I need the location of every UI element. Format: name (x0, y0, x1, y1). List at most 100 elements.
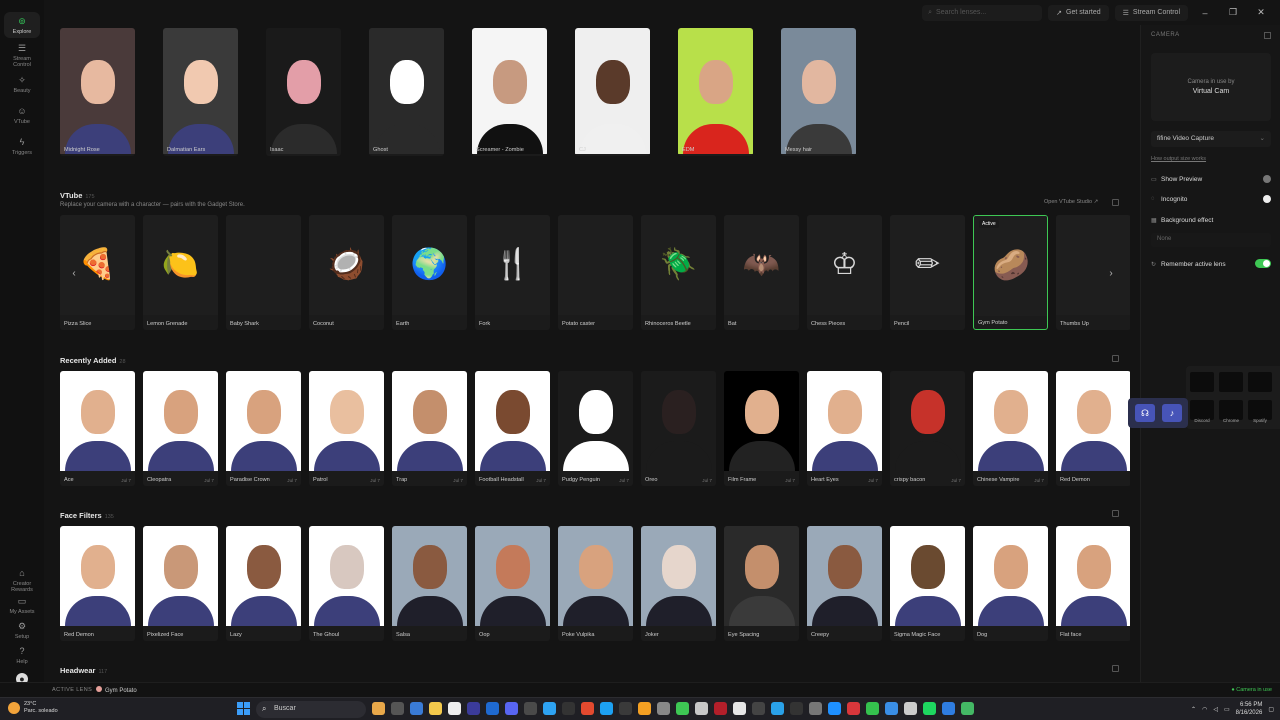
headphones-icon[interactable]: ☊ (1135, 404, 1155, 422)
taskbar-app-icon[interactable] (961, 702, 974, 715)
lens-card[interactable]: Red Demon (1056, 371, 1130, 486)
show-preview-toggle[interactable] (1263, 175, 1271, 183)
lens-card[interactable]: Dalmatian Ears (163, 28, 238, 156)
sidebar-item-my-assets[interactable]: ▭ My Assets (4, 595, 40, 615)
taskbar-app-icon[interactable] (866, 702, 879, 715)
minimize-button[interactable]: – (1194, 8, 1216, 18)
lens-card[interactable]: Oop (475, 526, 550, 641)
lens-card[interactable]: Poke Vulpika (558, 526, 633, 641)
scroll-right-button[interactable]: › (1104, 267, 1118, 281)
lens-card[interactable]: Trap Jul 7 (392, 371, 467, 486)
shortcut-button[interactable] (1219, 372, 1243, 392)
lens-card[interactable]: Eye Spacing (724, 526, 799, 641)
lens-card[interactable]: 🍴 Fork (475, 215, 550, 330)
lens-card[interactable]: Creepy (807, 526, 882, 641)
lens-card[interactable]: Patrol Jul 7 (309, 371, 384, 486)
volume-icon[interactable]: ◁ (1213, 706, 1218, 713)
lens-card[interactable]: Cleopatra Jul 7 (143, 371, 218, 486)
taskbar-app-icon[interactable] (505, 702, 518, 715)
collapse-panel-icon[interactable] (1264, 32, 1271, 39)
background-effect-select[interactable]: None (1151, 233, 1271, 247)
sidebar-item-beauty[interactable]: ✧ Beauty (4, 74, 40, 94)
taskbar-app-icon[interactable] (581, 702, 594, 715)
chevron-up-icon[interactable]: ⌃ (1191, 706, 1196, 713)
taskbar-app-icon[interactable] (695, 702, 708, 715)
lens-search-input[interactable]: ⌕ Search lenses... (922, 4, 1043, 21)
taskbar-app-icon[interactable] (752, 702, 765, 715)
lens-card[interactable]: Ghost (369, 28, 444, 156)
shortcut-button[interactable] (1190, 372, 1214, 392)
taskbar-app-icon[interactable] (467, 702, 480, 715)
lens-card[interactable]: Football Headstall Jul 7 (475, 371, 550, 486)
grid-view-icon[interactable] (1112, 665, 1119, 672)
stream-control-button[interactable]: ☰ Stream Control (1114, 4, 1188, 21)
lens-card[interactable]: Dog (973, 526, 1048, 641)
shortcut-button[interactable] (1248, 372, 1272, 392)
lens-card[interactable]: 🪲 Rhinoceros Beetle (641, 215, 716, 330)
get-started-button[interactable]: ↗ Get started (1048, 4, 1109, 21)
lens-card[interactable]: Potato caster (558, 215, 633, 330)
taskbar-search[interactable]: ⌕ Buscar (256, 701, 366, 718)
lens-card[interactable]: Heart Eyes Jul 7 (807, 371, 882, 486)
lens-card[interactable]: Film Frame Jul 7 (724, 371, 799, 486)
lens-card[interactable]: The Ghoul (309, 526, 384, 641)
taskbar-app-icon[interactable] (486, 702, 499, 715)
output-size-link[interactable]: How output size works (1151, 156, 1206, 162)
scroll-left-button[interactable]: ‹ (67, 267, 81, 281)
sidebar-item-triggers[interactable]: ϟ Triggers (4, 136, 40, 156)
taskbar-app-icon[interactable] (448, 702, 461, 715)
taskbar-app-icon[interactable] (904, 702, 917, 715)
spotify-shortcut[interactable] (1248, 400, 1272, 420)
lens-card[interactable]: Ace Jul 7 (60, 371, 135, 486)
grid-view-icon[interactable] (1112, 510, 1119, 517)
capture-device-select[interactable]: fifine Video Capture ⌄ (1151, 131, 1271, 147)
lens-card[interactable]: Screamer - Zombie (472, 28, 547, 156)
taskbar-app-icon[interactable] (600, 702, 613, 715)
lens-card[interactable]: Pixelized Face (143, 526, 218, 641)
taskbar-app-icon[interactable] (771, 702, 784, 715)
taskbar-app-icon[interactable] (391, 702, 404, 715)
lens-card[interactable]: Lazy (226, 526, 301, 641)
sidebar-item-creator-rewards[interactable]: ⌂ Creator Rewards (4, 567, 40, 593)
lens-card[interactable]: Chinese Vampire Jul 7 (973, 371, 1048, 486)
incognito-toggle[interactable] (1263, 195, 1271, 203)
taskbar-app-icon[interactable] (942, 702, 955, 715)
maximize-button[interactable]: ❐ (1222, 7, 1244, 18)
taskbar-app-icon[interactable] (714, 702, 727, 715)
lens-card[interactable]: Flat face (1056, 526, 1130, 641)
lens-card[interactable]: EDM (678, 28, 753, 156)
lens-card[interactable]: Isaac (266, 28, 341, 156)
taskbar-app-icon[interactable] (543, 702, 556, 715)
lens-card[interactable]: Sigma Magic Face (890, 526, 965, 641)
lens-card[interactable]: Red Demon (60, 526, 135, 641)
sidebar-item-vtube[interactable]: ☺ VTube (4, 105, 40, 125)
taskbar-app-icon[interactable] (619, 702, 632, 715)
active-lens-value[interactable]: Gym Potato (96, 686, 137, 694)
microphone-icon[interactable]: ♪ (1162, 404, 1182, 422)
wifi-icon[interactable]: ◠ (1202, 706, 1207, 713)
taskbar-app-icon[interactable] (923, 702, 936, 715)
discord-shortcut[interactable] (1190, 400, 1214, 420)
windows-start-icon[interactable] (237, 702, 250, 715)
lens-card[interactable]: 🥔 Active Gym Potato (973, 215, 1048, 330)
taskbar-app-icon[interactable] (733, 702, 746, 715)
grid-view-icon[interactable] (1112, 355, 1119, 362)
sidebar-item-setup[interactable]: ⚙ Setup (4, 620, 40, 640)
lens-card[interactable]: 🌍 Earth (392, 215, 467, 330)
lens-card[interactable]: 🍋 Lemon Grenade (143, 215, 218, 330)
lens-card[interactable]: ♔ Chess Pieces (807, 215, 882, 330)
lens-card[interactable]: Salsa (392, 526, 467, 641)
lens-card[interactable]: Thumbs Up (1056, 215, 1130, 330)
remember-lens-toggle[interactable] (1255, 259, 1271, 268)
sidebar-item-stream-control[interactable]: ☰ Stream Control (4, 42, 40, 68)
lens-card[interactable]: ✏ Pencil (890, 215, 965, 330)
taskbar-app-icon[interactable] (638, 702, 651, 715)
clock[interactable]: 6:56 PM 8/16/2026 (1236, 701, 1263, 717)
taskbar-app-icon[interactable] (562, 702, 575, 715)
taskbar-app-icon[interactable] (847, 702, 860, 715)
lens-card[interactable]: Oreo Jul 7 (641, 371, 716, 486)
lens-card[interactable]: Paradise Crown Jul 7 (226, 371, 301, 486)
taskbar-app-icon[interactable] (657, 702, 670, 715)
open-vtube-studio-link[interactable]: Open VTube Studio ↗ (1044, 199, 1098, 205)
lens-card[interactable]: Messy hair (781, 28, 856, 156)
